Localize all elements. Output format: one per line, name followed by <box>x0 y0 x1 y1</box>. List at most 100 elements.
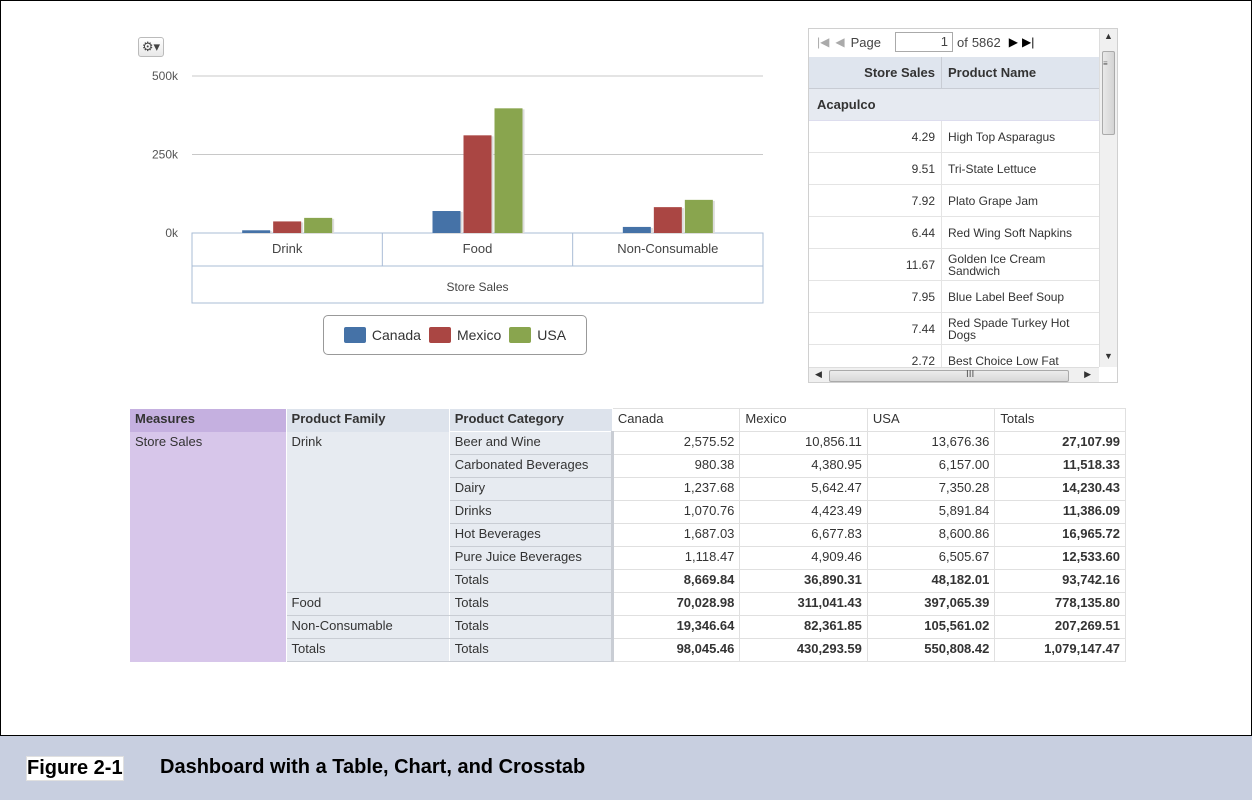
product-name-cell: Plato Grape Jam <box>948 193 1039 208</box>
usa-value: 48,182.01 <box>866 569 996 593</box>
category-cell: Dairy <box>448 477 614 501</box>
last-page-icon[interactable]: ▶| <box>1022 35 1034 49</box>
mexico-value: 5,642.47 <box>739 477 868 501</box>
usa-value: 5,891.84 <box>866 500 996 524</box>
header-product-name[interactable]: Product Name <box>942 57 1099 88</box>
row-total: 16,965.72 <box>994 523 1126 547</box>
product-name-cell: High Top Asparagus <box>948 129 1056 144</box>
mexico-value: 430,293.59 <box>739 638 868 662</box>
category-cell: Hot Beverages <box>448 523 614 547</box>
bar <box>684 199 713 233</box>
table-row[interactable]: 7.44 Red Spade Turkey Hot Dogs <box>809 313 1099 345</box>
product-name-cell: Blue Label Beef Soup <box>948 289 1065 304</box>
group-row: Acapulco <box>809 89 1099 121</box>
legend-item[interactable]: Canada <box>343 327 421 343</box>
store-sales-cell: 4.29 <box>809 121 942 152</box>
y-tick-label: 0k <box>165 226 179 240</box>
grip-icon: ≡ <box>1103 59 1108 68</box>
family-cell: Non-Consumable <box>286 615 450 639</box>
grip-icon: III <box>966 369 975 380</box>
store-sales-cell: 11.67 <box>809 249 942 280</box>
product-name-cell: Red Spade Turkey Hot Dogs <box>948 315 1070 342</box>
header-usa[interactable]: USA <box>866 408 996 432</box>
store-sales-cell: 7.95 <box>809 281 942 312</box>
product-name-cell: Tri-State Lettuce <box>948 161 1037 176</box>
category-cell: Totals <box>448 638 614 662</box>
store-sales-cell: 7.44 <box>809 313 942 344</box>
bar <box>273 221 302 233</box>
figure-caption: Figure 2-1 Dashboard with a Table, Chart… <box>0 735 1252 800</box>
category-cell: Carbonated Beverages <box>448 454 614 478</box>
first-page-icon[interactable]: |◀ <box>817 35 829 49</box>
usa-value: 105,561.02 <box>866 615 996 639</box>
table-row[interactable]: 7.95 Blue Label Beef Soup <box>809 281 1099 313</box>
scroll-right-icon[interactable]: ▶ <box>1084 369 1091 380</box>
x-axis-title: Store Sales <box>446 280 508 294</box>
scroll-up-icon[interactable]: ▲ <box>1104 31 1113 41</box>
mexico-value: 82,361.85 <box>739 615 868 639</box>
y-tick-label: 500k <box>152 69 179 83</box>
table-row[interactable]: 11.67 Golden Ice Cream Sandwich <box>809 249 1099 281</box>
measure-cell: Store Sales <box>130 431 287 662</box>
table-rows: 4.29 High Top Asparagus 9.51 Tri-State Lett… <box>809 121 1099 377</box>
product-name-cell: Red Wing Soft Napkins <box>948 225 1073 240</box>
page-label: Page <box>850 34 881 50</box>
header-store-sales[interactable]: Store Sales <box>809 57 942 88</box>
figure-title: Dashboard with a Table, Chart, and Cross… <box>160 756 586 778</box>
table-header: Store Sales Product Name <box>809 57 1099 89</box>
family-cell: Totals <box>286 638 450 662</box>
bar <box>242 230 271 233</box>
canada-value: 98,045.46 <box>611 638 741 662</box>
of-label: of <box>956 34 968 50</box>
table-row[interactable]: 7.92 Plato Grape Jam <box>809 185 1099 217</box>
mexico-value: 311,041.43 <box>739 592 868 616</box>
mexico-value: 4,909.46 <box>739 546 868 570</box>
pager: |◀ ◀ Page 1 of 5862 ▶ ▶| <box>809 29 1099 55</box>
scroll-left-icon[interactable]: ◀ <box>815 369 822 380</box>
table-row[interactable]: 9.51 Tri-State Lettuce <box>809 153 1099 185</box>
legend-item[interactable]: Mexico <box>428 327 501 343</box>
header-product-family[interactable]: Product Family <box>286 408 450 432</box>
mexico-value: 36,890.31 <box>739 569 868 593</box>
horizontal-scrollbar[interactable]: ◀ III ▶ <box>809 367 1099 382</box>
mexico-value: 10,856.11 <box>739 431 868 455</box>
usa-value: 397,065.39 <box>866 592 996 616</box>
mexico-value: 4,423.49 <box>739 500 868 524</box>
legend-swatch <box>428 327 451 343</box>
legend-swatch <box>343 327 366 343</box>
page-input[interactable]: 1 <box>894 32 953 52</box>
hscroll-thumb[interactable]: III <box>829 369 1069 382</box>
usa-value: 8,600.86 <box>866 523 996 547</box>
table-row[interactable]: 6.44 Red Wing Soft Napkins <box>809 217 1099 249</box>
bar <box>463 135 492 233</box>
canada-value: 8,669.84 <box>611 569 741 593</box>
row-total: 207,269.51 <box>994 615 1126 639</box>
usa-value: 6,157.00 <box>866 454 996 478</box>
canada-value: 1,687.03 <box>611 523 741 547</box>
x-tick-label: Food <box>463 241 493 256</box>
chart-panel: 0k 250k 500k Drink Food Non-Consumable Store S… <box>130 30 780 360</box>
usa-value: 550,808.42 <box>866 638 996 662</box>
header-canada[interactable]: Canada <box>611 408 741 432</box>
row-total: 11,518.33 <box>994 454 1126 478</box>
gear-icon[interactable]: ⚙▾ <box>138 37 164 57</box>
table-row[interactable]: 4.29 High Top Asparagus <box>809 121 1099 153</box>
product-name-cell: Golden Ice Cream Sandwich <box>948 251 1046 278</box>
header-totals[interactable]: Totals <box>994 408 1126 432</box>
legend-label: Canada <box>371 327 421 343</box>
next-page-icon[interactable]: ▶ <box>1009 35 1018 49</box>
scroll-down-icon[interactable]: ▼ <box>1104 351 1113 361</box>
category-cell: Beer and Wine <box>448 431 614 455</box>
vertical-scrollbar[interactable]: ▲ ≡ ▼ <box>1099 29 1117 367</box>
header-measures[interactable]: Measures <box>130 408 287 432</box>
figure-number: Figure 2-1 <box>26 756 124 781</box>
legend-swatch <box>509 327 532 343</box>
crosstab: Measures Product Family Product Category… <box>130 408 1126 662</box>
legend-item[interactable]: USA <box>509 327 566 343</box>
header-product-category[interactable]: Product Category <box>449 408 613 432</box>
canada-value: 980.38 <box>611 454 741 478</box>
prev-page-icon[interactable]: ◀ <box>835 35 844 49</box>
bar <box>432 211 461 233</box>
legend-label: USA <box>537 327 567 343</box>
header-mexico[interactable]: Mexico <box>739 408 868 432</box>
